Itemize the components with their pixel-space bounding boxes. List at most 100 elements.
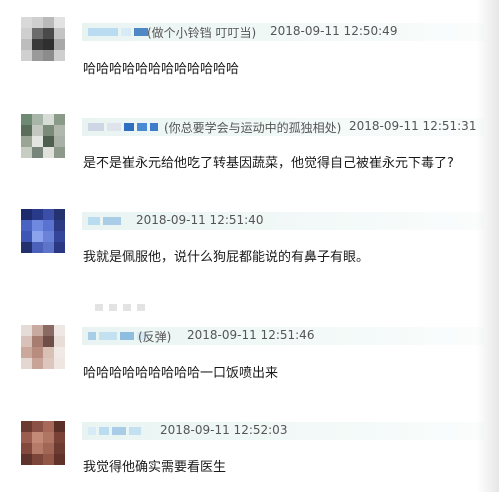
avatar-pixel xyxy=(54,231,65,242)
username[interactable] xyxy=(88,217,121,225)
avatar-pixel xyxy=(54,114,65,125)
avatar-pixel xyxy=(54,136,65,147)
avatar-pixel xyxy=(32,231,43,242)
timestamp: 2018-09-11 12:51:46 xyxy=(187,328,315,342)
avatar-pixel xyxy=(32,421,43,432)
avatar-pixel xyxy=(32,336,43,347)
comment-text: 哈哈哈哈哈哈哈哈哈哈哈哈 xyxy=(83,62,240,77)
avatar-pixel xyxy=(54,421,65,432)
avatar-pixel xyxy=(32,454,43,465)
avatar-pixel xyxy=(43,454,54,465)
avatar-pixel xyxy=(54,242,65,253)
timestamp: 2018-09-11 12:52:03 xyxy=(160,423,288,437)
avatar-pixel xyxy=(43,443,54,454)
avatar-pixel xyxy=(54,28,65,39)
avatar-pixel xyxy=(43,242,54,253)
avatar-pixel xyxy=(21,50,32,61)
avatar-pixel xyxy=(32,242,43,253)
blurred-mark xyxy=(95,304,145,311)
avatar-pixel xyxy=(54,325,65,336)
avatar-pixel xyxy=(54,39,65,50)
username[interactable] xyxy=(88,28,148,36)
comment-text: 我就是佩服他，说什么狗屁都能说的有鼻子有眼。 xyxy=(83,250,370,265)
avatar-pixel xyxy=(21,242,32,253)
avatar[interactable] xyxy=(21,325,65,369)
avatar-pixel xyxy=(21,347,32,358)
avatar[interactable] xyxy=(21,114,65,158)
avatar-pixel xyxy=(32,28,43,39)
avatar-pixel xyxy=(54,454,65,465)
avatar-pixel xyxy=(43,136,54,147)
avatar-pixel xyxy=(21,125,32,136)
avatar-pixel xyxy=(32,147,43,158)
avatar-pixel xyxy=(32,358,43,369)
comment-header: 2018-09-11 12:51:40 xyxy=(82,212,485,230)
avatar-pixel xyxy=(54,443,65,454)
timestamp: 2018-09-11 12:50:49 xyxy=(270,24,398,38)
avatar-pixel xyxy=(43,421,54,432)
avatar-pixel xyxy=(32,209,43,220)
avatar[interactable] xyxy=(21,209,65,253)
avatar-pixel xyxy=(54,220,65,231)
avatar-pixel xyxy=(54,336,65,347)
comment-header: (做个小铃铛 叮叮当) 2018-09-11 12:50:49 xyxy=(82,23,485,41)
nickname: (你总要学会与运动中的孤独相处) xyxy=(164,121,342,135)
timestamp: 2018-09-11 12:51:31 xyxy=(349,119,477,133)
avatar-pixel xyxy=(21,421,32,432)
avatar-pixel xyxy=(21,209,32,220)
avatar-pixel xyxy=(54,147,65,158)
avatar-pixel xyxy=(32,136,43,147)
avatar-pixel xyxy=(21,220,32,231)
username[interactable] xyxy=(88,427,141,435)
avatar-pixel xyxy=(43,432,54,443)
avatar-pixel xyxy=(43,50,54,61)
avatar-pixel xyxy=(21,17,32,28)
nickname: (做个小铃铛 叮叮当) xyxy=(147,26,257,40)
avatar-pixel xyxy=(43,125,54,136)
avatar-pixel xyxy=(43,114,54,125)
avatar-pixel xyxy=(54,347,65,358)
avatar-pixel xyxy=(32,125,43,136)
page-edge-shadow xyxy=(477,0,499,492)
comment-text: 是不是崔永元给他吃了转基因蔬菜，他觉得自己被崔永元下毒了? xyxy=(83,156,454,171)
avatar-pixel xyxy=(21,114,32,125)
username[interactable] xyxy=(88,123,158,131)
avatar-pixel xyxy=(43,325,54,336)
avatar-pixel xyxy=(21,454,32,465)
avatar[interactable] xyxy=(21,17,65,61)
avatar-pixel xyxy=(21,39,32,50)
comment-text: 哈哈哈哈哈哈哈哈哈一口饭喷出来 xyxy=(83,366,279,381)
avatar[interactable] xyxy=(21,421,65,465)
avatar-pixel xyxy=(21,325,32,336)
avatar-pixel xyxy=(32,50,43,61)
comment-text: 我觉得他确实需要看医生 xyxy=(83,460,227,475)
avatar-pixel xyxy=(43,17,54,28)
avatar-pixel xyxy=(21,147,32,158)
avatar-pixel xyxy=(32,443,43,454)
avatar-pixel xyxy=(21,443,32,454)
avatar-pixel xyxy=(21,136,32,147)
avatar-pixel xyxy=(54,209,65,220)
timestamp: 2018-09-11 12:51:40 xyxy=(136,213,264,227)
avatar-pixel xyxy=(32,39,43,50)
comment-header: (反弹) 2018-09-11 12:51:46 xyxy=(82,327,485,345)
comment-header: (你总要学会与运动中的孤独相处) 2018-09-11 12:51:31 xyxy=(82,118,485,136)
avatar-pixel xyxy=(43,147,54,158)
avatar-pixel xyxy=(21,336,32,347)
avatar-pixel xyxy=(43,347,54,358)
avatar-pixel xyxy=(32,114,43,125)
avatar-pixel xyxy=(54,432,65,443)
avatar-pixel xyxy=(43,220,54,231)
comment-header: 2018-09-11 12:52:03 xyxy=(82,422,485,440)
avatar-pixel xyxy=(32,432,43,443)
avatar-pixel xyxy=(43,231,54,242)
avatar-pixel xyxy=(54,125,65,136)
avatar-pixel xyxy=(54,17,65,28)
nickname: (反弹) xyxy=(138,330,172,344)
avatar-pixel xyxy=(43,209,54,220)
avatar-pixel xyxy=(32,220,43,231)
avatar-pixel xyxy=(54,358,65,369)
avatar-pixel xyxy=(43,358,54,369)
avatar-pixel xyxy=(32,347,43,358)
avatar-pixel xyxy=(32,17,43,28)
